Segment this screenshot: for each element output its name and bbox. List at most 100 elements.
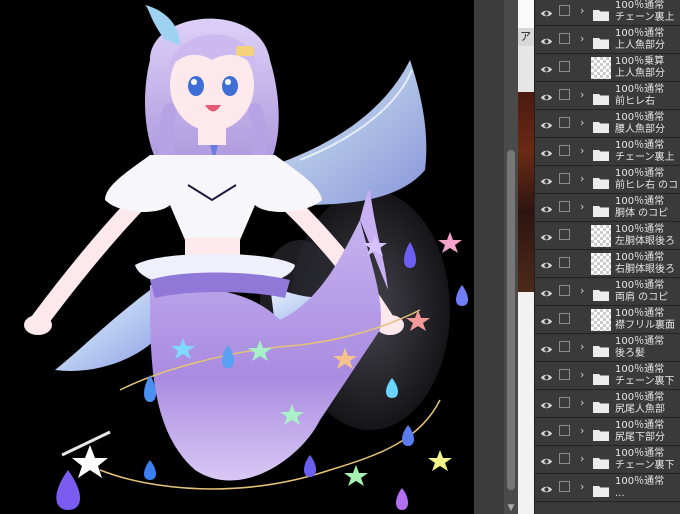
layer-lock-checkbox[interactable] [559, 341, 570, 352]
eye-icon[interactable] [540, 89, 553, 102]
layer-row[interactable]: › 100％通常 チェーン裏下 [535, 362, 680, 390]
layer-row[interactable]: › 100％通常 チェーン裏上 [535, 138, 680, 166]
eye-icon[interactable] [540, 145, 553, 158]
chevron-right-icon[interactable]: › [580, 173, 584, 185]
layer-lock-checkbox[interactable] [559, 229, 570, 240]
layer-lock-checkbox[interactable] [559, 425, 570, 436]
layer-name-label: 後ろ髪 [615, 348, 645, 359]
eye-icon[interactable] [540, 397, 553, 410]
layer-name-label: ... [615, 488, 625, 499]
canvas-vertical-scrollbar[interactable]: ▼ [504, 0, 518, 514]
layer-blend-label: 100％通常 [615, 196, 665, 207]
scrollbar-thumb[interactable] [507, 150, 515, 490]
layer-thumbnail [591, 57, 611, 79]
layer-row[interactable]: › 100％通常 前ヒレ右 [535, 82, 680, 110]
layer-blend-label: 100％通常 [615, 448, 665, 459]
eye-icon[interactable] [540, 481, 553, 494]
eye-icon[interactable] [540, 33, 553, 46]
eye-icon[interactable] [540, 5, 553, 18]
folder-icon [593, 146, 609, 161]
folder-icon [593, 342, 609, 357]
layer-lock-checkbox[interactable] [559, 61, 570, 72]
layer-name-label: 尻尾下部分 [615, 432, 665, 443]
layer-blend-label: 100％通常 [615, 336, 665, 347]
chevron-right-icon[interactable]: › [580, 425, 584, 437]
chevron-right-icon[interactable]: › [580, 145, 584, 157]
layer-lock-checkbox[interactable] [559, 89, 570, 100]
layer-blend-label: 100％通常 [615, 168, 665, 179]
chevron-right-icon[interactable]: › [580, 453, 584, 465]
eye-icon[interactable] [540, 117, 553, 130]
eye-icon[interactable] [540, 453, 553, 466]
layer-lock-checkbox[interactable] [559, 33, 570, 44]
chevron-right-icon[interactable]: › [580, 481, 584, 493]
layer-name-label: 前ヒレ右 のコ [615, 180, 679, 191]
layer-row[interactable]: › 100％通常 チェーン裏上 [535, 0, 680, 26]
folder-icon [593, 90, 609, 105]
layer-lock-checkbox[interactable] [559, 313, 570, 324]
layer-row[interactable]: 100％通常 左胴体眼後ろ [535, 222, 680, 250]
layer-lock-checkbox[interactable] [559, 145, 570, 156]
layer-row[interactable]: › 100％通常 腰人魚部分 [535, 110, 680, 138]
chevron-right-icon[interactable]: › [580, 5, 584, 17]
eye-icon[interactable] [540, 341, 553, 354]
scroll-down-arrow-icon[interactable]: ▼ [504, 502, 518, 514]
chevron-right-icon[interactable]: › [580, 285, 584, 297]
layer-name-label: 尻尾人魚部 [615, 404, 665, 415]
layer-lock-checkbox[interactable] [559, 453, 570, 464]
layer-lock-checkbox[interactable] [559, 369, 570, 380]
folder-icon [593, 482, 609, 497]
chevron-right-icon[interactable]: › [580, 397, 584, 409]
layer-lock-checkbox[interactable] [559, 173, 570, 184]
layer-lock-checkbox[interactable] [559, 481, 570, 492]
eye-icon[interactable] [540, 61, 553, 74]
eye-icon[interactable] [540, 201, 553, 214]
chevron-right-icon[interactable]: › [580, 201, 584, 213]
layer-lock-checkbox[interactable] [559, 5, 570, 16]
layer-row[interactable]: › 100％通常... [535, 474, 680, 502]
layer-row[interactable]: › 100％通常 上人魚部分 [535, 26, 680, 54]
layer-lock-checkbox[interactable] [559, 117, 570, 128]
layer-lock-checkbox[interactable] [559, 285, 570, 296]
chevron-right-icon[interactable]: › [580, 369, 584, 381]
eye-icon[interactable] [540, 369, 553, 382]
eye-icon[interactable] [540, 173, 553, 186]
layer-name-label: チェーン裏上 [615, 152, 675, 163]
chevron-right-icon[interactable]: › [580, 33, 584, 45]
layer-row[interactable]: › 100％通常 胴体 のコピ [535, 194, 680, 222]
layer-blend-label: 100％通常 [615, 112, 665, 123]
layer-row[interactable]: › 100％通常 尻尾人魚部 [535, 390, 680, 418]
folder-icon [593, 370, 609, 385]
layer-row[interactable]: › 100％通常 チェーン裏下 [535, 446, 680, 474]
layer-thumbnail [591, 309, 611, 331]
eye-icon[interactable] [540, 313, 553, 326]
layer-row[interactable]: 100％通常 右胴体眼後ろ [535, 250, 680, 278]
layer-row[interactable]: 100％通常 襟フリル裏面 [535, 306, 680, 334]
layer-lock-checkbox[interactable] [559, 397, 570, 408]
chevron-right-icon[interactable]: › [580, 89, 584, 101]
layer-row[interactable]: › 100％通常 前ヒレ右 のコ [535, 166, 680, 194]
folder-icon [593, 286, 609, 301]
canvas-gutter [474, 0, 504, 514]
eye-icon[interactable] [540, 229, 553, 242]
layer-row[interactable]: › 100％通常 両肩 のコピ [535, 278, 680, 306]
layer-name-label: 右胴体眼後ろ [615, 264, 675, 275]
eye-icon[interactable] [540, 425, 553, 438]
layer-thumbnail [591, 253, 611, 275]
chevron-right-icon[interactable]: › [580, 117, 584, 129]
layer-row[interactable]: › 100％通常 尻尾下部分 [535, 418, 680, 446]
layer-blend-label: 100％通常 [615, 28, 665, 39]
chevron-right-icon[interactable]: › [580, 341, 584, 353]
folder-icon [593, 454, 609, 469]
layer-row[interactable]: 100％乗算 上人魚部分 [535, 54, 680, 82]
drawing-canvas[interactable] [0, 0, 474, 514]
eye-icon[interactable] [540, 285, 553, 298]
eye-icon[interactable] [540, 257, 553, 270]
folder-icon [593, 398, 609, 413]
layer-lock-checkbox[interactable] [559, 201, 570, 212]
layer-lock-checkbox[interactable] [559, 257, 570, 268]
folder-icon [593, 6, 609, 21]
layer-name-label: 左胴体眼後ろ [615, 236, 675, 247]
layer-blend-label: 100％通常 [615, 252, 665, 263]
layer-row[interactable]: › 100％通常 後ろ髪 [535, 334, 680, 362]
